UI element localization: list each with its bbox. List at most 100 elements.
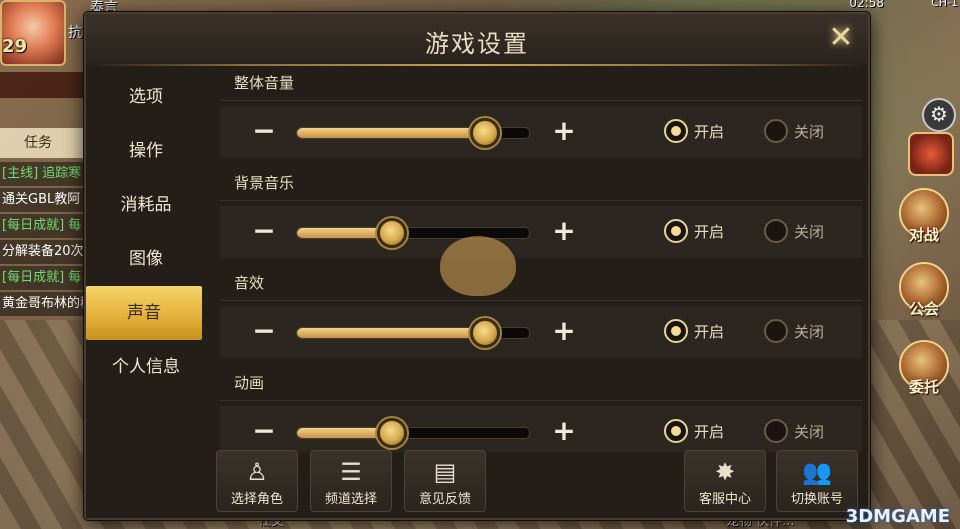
- action-label: 选择角色: [230, 492, 283, 507]
- section-divider: [220, 100, 862, 101]
- slider-knob[interactable]: [377, 218, 408, 248]
- radio-label: 关闭: [794, 323, 825, 341]
- radio-label: 关闭: [794, 123, 825, 141]
- support-center-button[interactable]: ✸ 客服中心: [684, 450, 766, 512]
- commission-button[interactable]: 委托: [894, 340, 954, 397]
- slider-knob[interactable]: [469, 318, 500, 348]
- radio-label: 开启: [694, 123, 725, 141]
- decrease-button[interactable]: −: [250, 117, 278, 146]
- action-label: 客服中心: [698, 492, 751, 507]
- sound-section: 整体音量 − + 开启 关闭: [220, 70, 862, 170]
- support-icon: ✸: [714, 458, 736, 486]
- volume-slider[interactable]: [296, 318, 530, 348]
- radio-circle: [764, 319, 788, 343]
- volume-row: − + 开启 关闭: [220, 106, 862, 158]
- slider-fill: [297, 128, 485, 138]
- action-bar: ♙ 选择角色 ☰ 频道选择 ▤ 意见反馈 ✸ 客服中心 👥 切换账号: [86, 448, 868, 518]
- quest-item[interactable]: 黄金哥布林的秘: [0, 292, 84, 316]
- sound-settings-pane: 整体音量 − + 开启 关闭 背景音乐 − + 开启 关闭 音效 − + 开启 关闭 动画 − + 开启 关闭: [220, 70, 862, 452]
- radio-circle: [664, 319, 688, 343]
- dialog-title: 游戏设置: [425, 30, 529, 58]
- radio-label: 开启: [694, 323, 725, 341]
- watermark-mascot-icon: [440, 236, 516, 296]
- section-label: 音效: [234, 274, 265, 292]
- watermark-text: 3DMGAME: [845, 506, 950, 527]
- quest-item[interactable]: [主线] 追踪寒: [0, 162, 84, 186]
- guild-button[interactable]: 公会: [894, 262, 954, 319]
- radio-label: 关闭: [794, 223, 825, 241]
- action-label: 意见反馈: [418, 492, 471, 507]
- radio-circle: [664, 419, 688, 443]
- radio-label: 开启: [694, 423, 725, 441]
- switch-account-icon: 👥: [802, 458, 832, 486]
- task-tab[interactable]: 任务: [0, 128, 84, 158]
- settings-gear-icon[interactable]: ⚙: [922, 98, 956, 132]
- switch-account-button[interactable]: 👥 切换账号: [776, 450, 858, 512]
- shrine-icon[interactable]: [908, 132, 954, 176]
- channel-select-button[interactable]: ☰ 频道选择: [310, 450, 392, 512]
- quest-item[interactable]: [每日成就] 每日: [0, 266, 84, 290]
- channel-label: CH-1: [931, 0, 958, 9]
- sound-section: 背景音乐 − + 开启 关闭: [220, 170, 862, 270]
- quest-item[interactable]: 通关GBL教阿: [0, 188, 84, 212]
- tab-1[interactable]: 操作: [86, 124, 206, 178]
- battle-button[interactable]: 对战: [894, 188, 954, 245]
- buff-icons: [0, 72, 84, 98]
- decrease-button[interactable]: −: [250, 417, 278, 446]
- close-icon[interactable]: ✕: [822, 20, 860, 58]
- clipboard-icon: ▤: [433, 458, 457, 486]
- decrease-button[interactable]: −: [250, 317, 278, 346]
- radio-label: 关闭: [794, 423, 825, 441]
- clock: 02:58: [849, 0, 884, 10]
- radio-circle: [764, 219, 788, 243]
- volume-slider[interactable]: [296, 418, 530, 448]
- section-label: 动画: [234, 374, 265, 392]
- person-icon: ♙: [246, 458, 268, 486]
- feedback-button[interactable]: ▤ 意见反馈: [404, 450, 486, 512]
- section-divider: [220, 200, 862, 201]
- battle-label: 对战: [908, 226, 939, 244]
- guild-label: 公会: [908, 300, 939, 318]
- radio-circle: [664, 119, 688, 143]
- tab-3[interactable]: 图像: [86, 232, 206, 286]
- quest-item[interactable]: 分解装备20次: [0, 240, 84, 264]
- tab-4[interactable]: 声音: [86, 286, 202, 340]
- volume-slider[interactable]: [296, 218, 530, 248]
- slider-fill: [297, 328, 485, 338]
- increase-button[interactable]: +: [550, 117, 578, 146]
- hud-char: 抗: [68, 25, 82, 41]
- section-divider: [220, 400, 862, 401]
- volume-row: − + 开启 关闭: [220, 406, 862, 452]
- radio-circle: [664, 219, 688, 243]
- tab-5[interactable]: 个人信息: [86, 340, 206, 394]
- decrease-button[interactable]: −: [250, 217, 278, 246]
- select-character-button[interactable]: ♙ 选择角色: [216, 450, 298, 512]
- tab-2[interactable]: 消耗品: [86, 178, 206, 232]
- section-label: 整体音量: [234, 74, 295, 92]
- radio-circle: [764, 419, 788, 443]
- commission-label: 委托: [908, 378, 939, 396]
- radio-label: 开启: [694, 223, 725, 241]
- increase-button[interactable]: +: [550, 217, 578, 246]
- radio-circle: [764, 119, 788, 143]
- settings-tabs: 选项 操作 消耗品 图像 声音 个人信息: [86, 70, 206, 394]
- sound-section: 音效 − + 开启 关闭: [220, 270, 862, 370]
- volume-row: − + 开启 关闭: [220, 306, 862, 358]
- quest-list: [主线] 追踪寒 通关GBL教阿 [每日成就] 每 分解装备20次 [每日成就]…: [0, 162, 84, 318]
- quest-item[interactable]: [每日成就] 每: [0, 214, 84, 238]
- action-label: 切换账号: [790, 492, 843, 507]
- tab-0[interactable]: 选项: [86, 70, 206, 124]
- player-level: 29: [2, 36, 28, 57]
- title-divider: [86, 64, 868, 66]
- section-divider: [220, 300, 862, 301]
- section-label: 背景音乐: [234, 174, 295, 192]
- sound-section: 动画 − + 开启 关闭: [220, 370, 862, 452]
- list-icon: ☰: [340, 458, 362, 486]
- action-label: 频道选择: [324, 492, 377, 507]
- right-hud: ⚙ 对战 公会 委托: [864, 0, 960, 529]
- increase-button[interactable]: +: [550, 417, 578, 446]
- slider-knob[interactable]: [377, 418, 408, 448]
- increase-button[interactable]: +: [550, 317, 578, 346]
- slider-knob[interactable]: [469, 118, 500, 148]
- volume-slider[interactable]: [296, 118, 530, 148]
